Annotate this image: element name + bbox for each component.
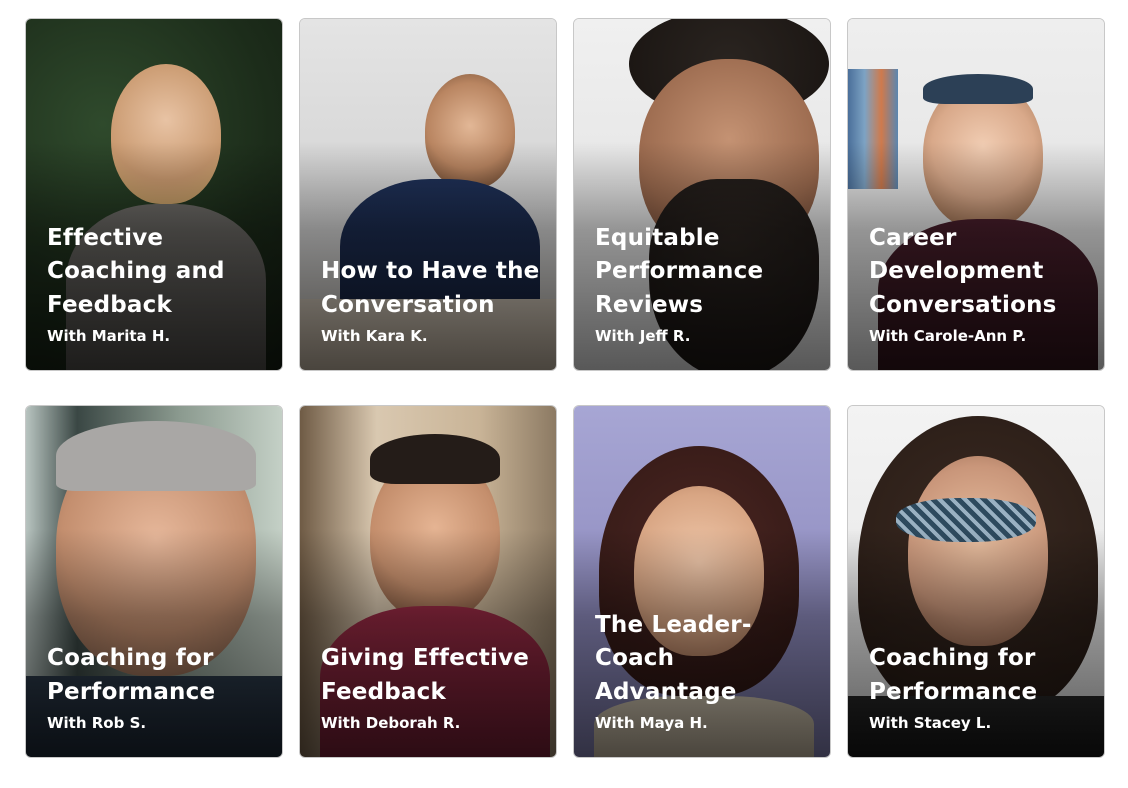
- course-title: Career Development Conversations: [869, 224, 1057, 318]
- course-instructor: With Marita H.: [47, 327, 171, 345]
- course-grid: Effective Coaching and Feedback With Mar…: [25, 18, 1105, 758]
- course-title: Giving Effective Feedback: [321, 645, 530, 705]
- course-card-effective-coaching[interactable]: Effective Coaching and Feedback With Mar…: [25, 18, 283, 371]
- course-title: Effective Coaching and Feedback: [47, 224, 225, 318]
- course-instructor: With Carole-Ann P.: [869, 327, 1027, 345]
- course-title: Coaching for Performance: [47, 645, 216, 705]
- course-title: Coaching for Performance: [869, 645, 1038, 705]
- course-title: How to Have the Conversation: [321, 258, 540, 318]
- course-instructor: With Deborah R.: [321, 714, 461, 732]
- course-instructor: With Rob S.: [47, 714, 147, 732]
- course-card-coaching-for-performance-stacey[interactable]: Coaching for Performance With Stacey L.: [847, 405, 1105, 758]
- course-card-have-the-conversation[interactable]: How to Have the Conversation With Kara K…: [299, 18, 557, 371]
- course-instructor: With Maya H.: [595, 714, 708, 732]
- course-card-equitable-reviews[interactable]: Equitable Performance Reviews With Jeff …: [573, 18, 831, 371]
- course-instructor: With Stacey L.: [869, 714, 992, 732]
- course-card-leader-coach-advantage[interactable]: The Leader-Coach Advantage With Maya H.: [573, 405, 831, 758]
- course-instructor: With Kara K.: [321, 327, 428, 345]
- course-card-coaching-for-performance-rob[interactable]: Coaching for Performance With Rob S.: [25, 405, 283, 758]
- course-card-giving-effective-feedback[interactable]: Giving Effective Feedback With Deborah R…: [299, 405, 557, 758]
- course-instructor: With Jeff R.: [595, 327, 691, 345]
- course-card-career-development[interactable]: Career Development Conversations With Ca…: [847, 18, 1105, 371]
- course-title: The Leader-Coach Advantage: [595, 611, 752, 705]
- course-title: Equitable Performance Reviews: [595, 224, 764, 318]
